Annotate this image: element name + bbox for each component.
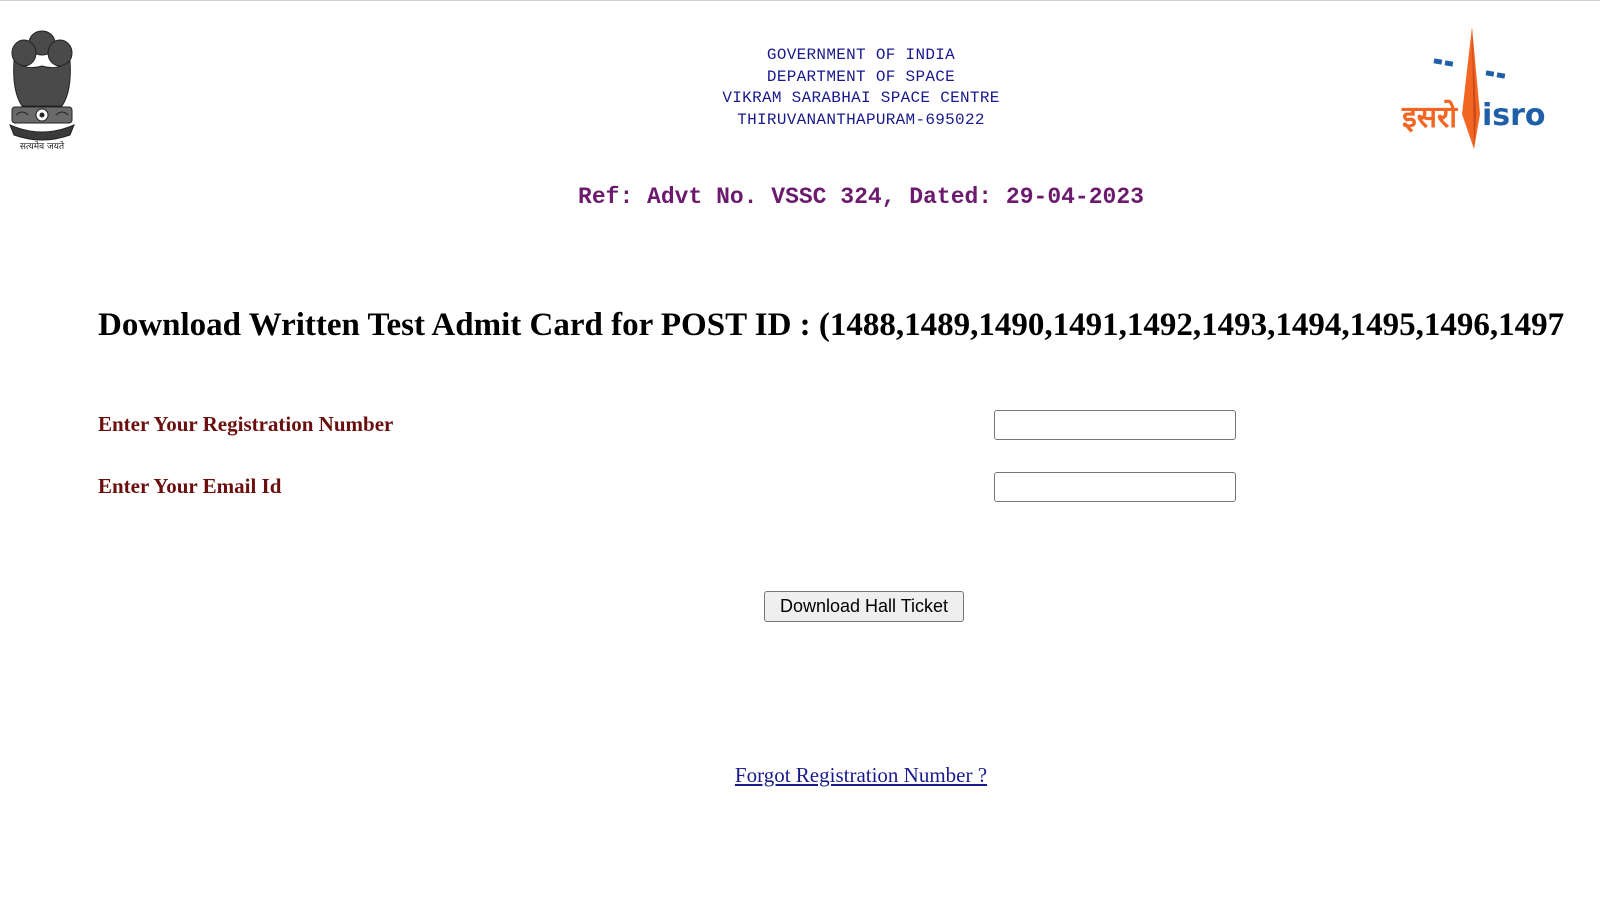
forgot-registration-number-link[interactable]: Forgot Registration Number ?: [735, 763, 987, 787]
forgot-link-container: Forgot Registration Number ?: [0, 763, 1600, 788]
org-line-government: GOVERNMENT OF INDIA: [766, 46, 956, 64]
org-line-city: THIRUVANANTHAPURAM-695022: [737, 110, 985, 129]
organisation-header: GOVERNMENT OF INDIA DEPARTMENT OF SPACE …: [0, 45, 1600, 131]
advertisement-reference: Ref: Advt No. VSSC 324, Dated: 29-04-202…: [578, 184, 1144, 210]
registration-number-label: Enter Your Registration Number: [98, 412, 394, 436]
registration-number-input[interactable]: [994, 410, 1236, 440]
page-title: Download Written Test Admit Card for POS…: [98, 307, 1565, 343]
org-line-department: DEPARTMENT OF SPACE: [766, 67, 956, 86]
org-line-centre: VIKRAM SARABHAI SPACE CENTRE: [722, 89, 1000, 107]
email-id-input[interactable]: [994, 472, 1236, 502]
email-id-label: Enter Your Email Id: [98, 474, 282, 498]
download-hall-ticket-button[interactable]: Download Hall Ticket: [764, 591, 964, 622]
emblem-motto: सत्यमेव जयते: [20, 140, 65, 152]
